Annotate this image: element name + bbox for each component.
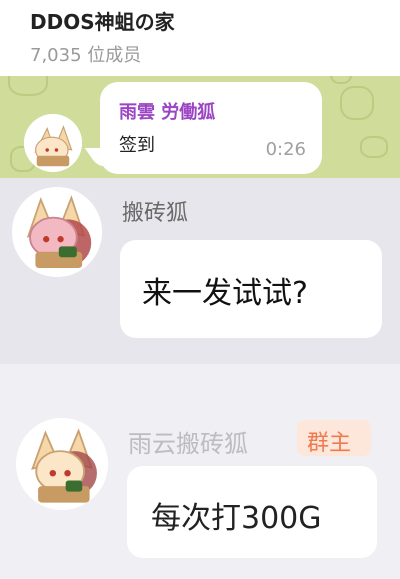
chat-title: DDOS神蛆の家 bbox=[30, 10, 175, 34]
sender-avatar[interactable] bbox=[16, 418, 108, 510]
message-bubble[interactable]: 雨雲 労働狐 签到 0:26 bbox=[100, 82, 322, 174]
chat-header[interactable]: DDOS神蛆の家 7,035 位成员 bbox=[0, 0, 400, 76]
sender-avatar[interactable] bbox=[12, 187, 102, 277]
message-sender[interactable]: 雨云搬砖狐 bbox=[128, 424, 248, 459]
fox-girl-avatar-icon bbox=[12, 187, 102, 277]
sender-avatar[interactable] bbox=[24, 114, 82, 172]
message-sender[interactable]: 搬砖狐 bbox=[122, 195, 188, 227]
member-count: 7,035 位成员 bbox=[30, 45, 142, 66]
message-time: 0:26 bbox=[265, 139, 306, 160]
fox-girl-avatar-icon bbox=[16, 418, 108, 510]
fox-girl-avatar-icon bbox=[24, 114, 82, 172]
message-bubble[interactable]: 每次打300G bbox=[127, 466, 377, 558]
message-bubble[interactable]: 来一发试试? bbox=[120, 240, 382, 338]
message-text: 来一发试试? bbox=[142, 276, 308, 311]
owner-badge: 群主 bbox=[297, 420, 371, 456]
owner-badge-label: 群主 bbox=[307, 431, 352, 456]
message-sender[interactable]: 雨雲 労働狐 bbox=[119, 98, 215, 124]
message-text: 签到 bbox=[119, 135, 155, 156]
message-text: 每次打300G bbox=[151, 501, 322, 536]
